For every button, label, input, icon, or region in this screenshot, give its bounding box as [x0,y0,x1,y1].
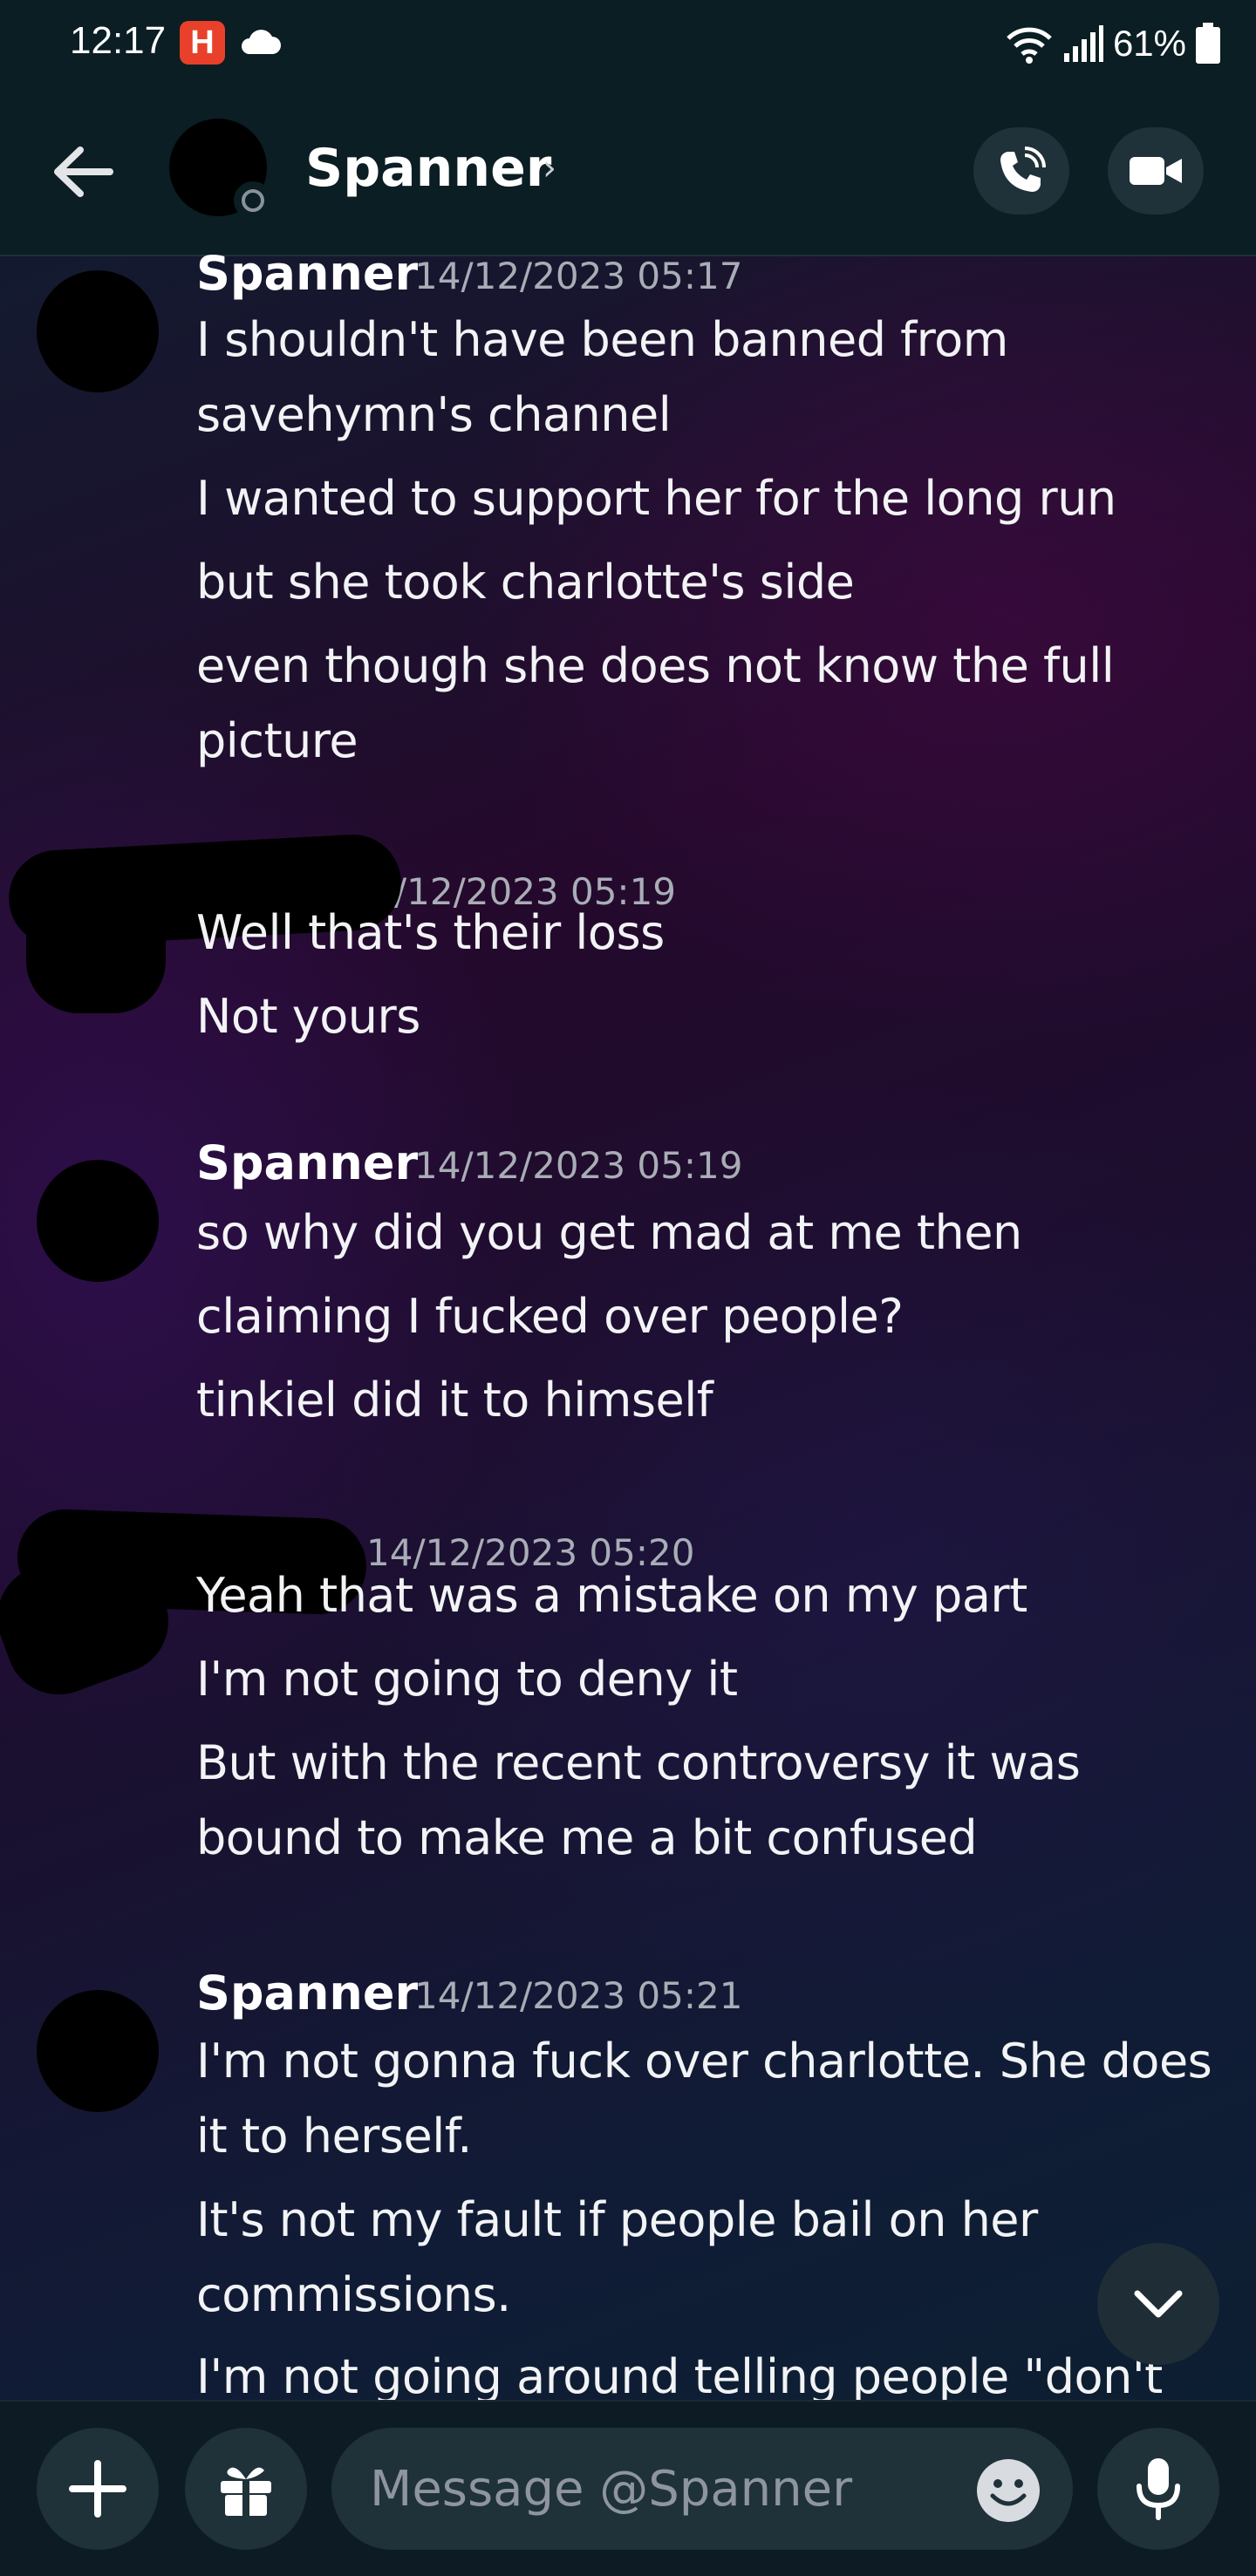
message-text: I'm not going to deny it [196,1652,738,1707]
message-text: Not yours [196,989,420,1044]
battery-percent: 61% [1112,23,1186,64]
voice-call-button[interactable] [973,127,1069,215]
message-text: I shouldn't have been banned from [196,312,1008,367]
message-text: It's not my fault if people bail on her [196,2192,1038,2247]
chevron-right-icon[interactable]: › [543,148,556,188]
status-right: 61% [1005,19,1221,68]
message-text: picture [196,713,358,768]
message-author[interactable]: Spanner [196,1966,418,2021]
avatar[interactable] [37,1990,159,2112]
message-text: savehymn's channel [196,387,672,442]
gift-icon [221,2467,271,2516]
message-timestamp: 14/12/2023 05:19 [414,1144,743,1187]
message-timestamp: 14/12/2023 05:17 [414,255,743,297]
plus-icon [69,2460,126,2518]
gift-button[interactable] [185,2428,307,2550]
conversation-name[interactable]: Spanner [305,138,551,199]
message-text: so why did you get mad at me then [196,1205,1022,1260]
message-text: but she took charlotte's side [196,555,855,610]
avatar[interactable] [37,1160,159,1282]
message-text: it to herself. [196,2109,472,2164]
scroll-to-bottom-button[interactable] [1097,2243,1219,2365]
voice-message-button[interactable] [1097,2428,1219,2550]
message-text: I wanted to support her for the long run [196,471,1116,526]
message-author[interactable]: Spanner [196,1135,418,1190]
message-text: But with the recent controversy it was [196,1735,1081,1790]
video-call-button[interactable] [1108,127,1204,215]
notification-app-icon: H [180,21,225,65]
video-camera-icon [1130,157,1182,185]
cloud-icon [242,30,281,54]
signal-icon [1063,25,1103,62]
status-time: 12:17 [70,19,167,62]
chat-header: Spanner › [0,87,1256,256]
chevron-down-icon [1134,2290,1183,2318]
message-input-placeholder: Message @Spanner [370,2461,853,2518]
emoji-icon[interactable] [975,2457,1041,2524]
back-arrow-icon[interactable] [49,141,119,202]
message-composer: Message @Spanner [0,2400,1256,2576]
message-text: even though she does not know the full [196,638,1115,693]
battery-icon [1196,23,1220,64]
avatar[interactable] [37,270,159,392]
message-text: commissions. [196,2267,511,2322]
add-attachment-button[interactable] [37,2428,159,2550]
message-list[interactable]: Spanner 14/12/2023 05:17 I shouldn't hav… [0,255,1256,2400]
message-input[interactable]: Message @Spanner [331,2428,1073,2550]
status-indicator-icon [234,181,272,220]
status-bar: 12:17 H 61% [0,0,1256,87]
redaction-mark [26,883,166,1013]
message-text: bound to make me a bit confused [196,1810,978,1865]
message-timestamp: 14/12/2023 05:21 [414,1974,743,2017]
message-text: Yeah that was a mistake on my part [196,1568,1027,1623]
message-text: I'm not going around telling people "don… [196,2349,1163,2400]
message-text: tinkiel did it to himself [196,1373,713,1428]
message-author[interactable]: Spanner [196,255,418,301]
wifi-icon [1007,27,1052,64]
message-text: claiming I fucked over people? [196,1289,904,1344]
message-text: I'm not gonna fuck over charlotte. She d… [196,2034,1212,2089]
message-text: Well that's their loss [196,905,665,960]
microphone-icon [1137,2458,1180,2520]
phone-call-icon [1000,147,1046,192]
